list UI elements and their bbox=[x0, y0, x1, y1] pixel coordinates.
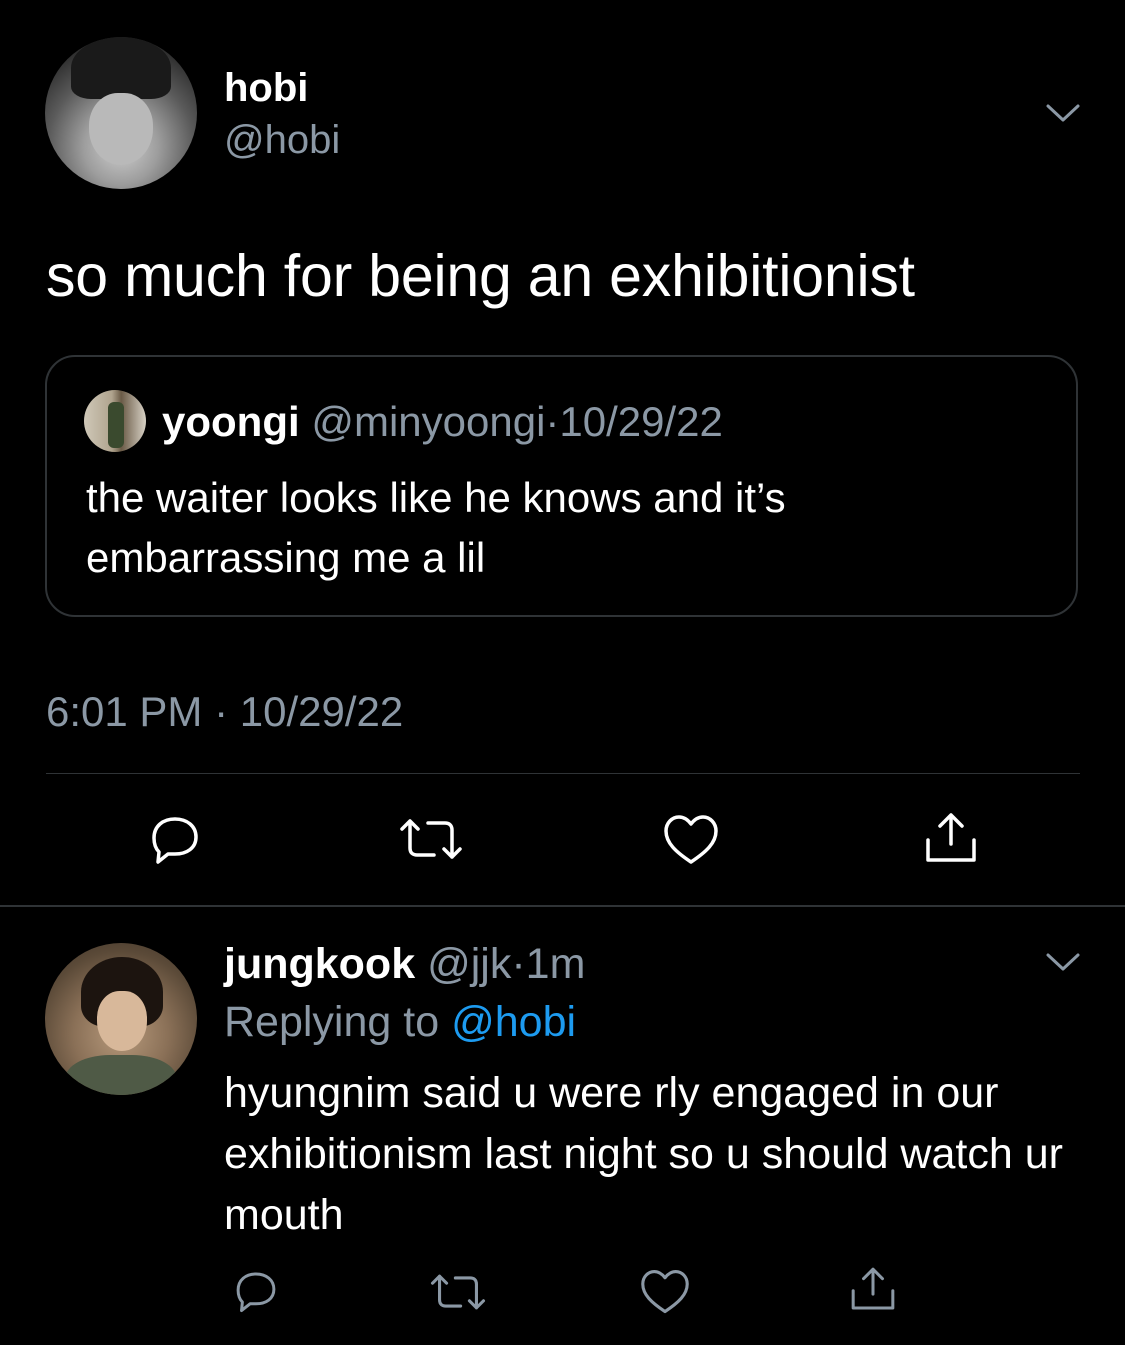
retweet-button[interactable] bbox=[398, 814, 464, 864]
avatar-figure bbox=[108, 402, 124, 448]
quoted-tweet-text: the waiter looks like he knows and it’s … bbox=[86, 474, 786, 581]
quoted-tweet-header: yoongi @minyoongi·10/29/22 bbox=[162, 396, 723, 448]
share-icon bbox=[926, 813, 976, 862]
avatar-face bbox=[97, 991, 147, 1051]
divider bbox=[46, 773, 1080, 774]
avatar-face bbox=[89, 93, 153, 165]
retweet-icon bbox=[400, 819, 462, 859]
reply-button[interactable] bbox=[146, 812, 204, 866]
tweet-separator bbox=[0, 905, 1125, 907]
share-button[interactable] bbox=[848, 1264, 898, 1314]
tweet-timestamp: 6:01 PM · 10/29/22 bbox=[46, 688, 404, 735]
reply-separator: · bbox=[511, 940, 526, 988]
replying-to: Replying to @hobi bbox=[224, 995, 576, 1049]
avatar-hobi[interactable] bbox=[45, 37, 197, 189]
retweet-icon bbox=[430, 1274, 486, 1310]
reply-handle[interactable]: @jjk bbox=[427, 940, 511, 988]
reply-display-name[interactable]: jungkook bbox=[224, 940, 415, 988]
replying-to-label: Replying to bbox=[224, 998, 440, 1046]
like-button[interactable] bbox=[639, 1268, 691, 1316]
chevron-down-icon[interactable] bbox=[1045, 945, 1081, 981]
share-button[interactable] bbox=[922, 810, 980, 866]
author-handle[interactable]: @hobi bbox=[224, 116, 340, 164]
retweet-button[interactable] bbox=[429, 1270, 487, 1314]
reply-text: hyungnim said u were rly engaged in our … bbox=[224, 1069, 1063, 1239]
quoted-handle: @minyoongi bbox=[311, 398, 546, 445]
chevron-down-icon[interactable] bbox=[1045, 96, 1081, 132]
replying-to-mention[interactable]: @hobi bbox=[451, 998, 576, 1046]
like-icon bbox=[664, 815, 718, 864]
quoted-date: 10/29/22 bbox=[559, 398, 723, 445]
reply-icon bbox=[152, 817, 198, 864]
avatar-jungkook[interactable] bbox=[45, 943, 197, 1095]
quoted-display-name: yoongi bbox=[162, 398, 300, 445]
reply-button[interactable] bbox=[231, 1268, 281, 1314]
quoted-avatar bbox=[84, 390, 146, 452]
reply-header: jungkook @jjk·1m bbox=[224, 937, 585, 991]
like-icon bbox=[641, 1270, 689, 1314]
tweet-text: so much for being an exhibitionist bbox=[46, 243, 915, 309]
avatar-hat bbox=[71, 37, 171, 99]
author-display-name[interactable]: hobi bbox=[224, 64, 308, 112]
quoted-separator: · bbox=[545, 398, 560, 445]
reply-icon bbox=[236, 1272, 276, 1313]
avatar-shirt bbox=[65, 1055, 177, 1095]
share-icon bbox=[851, 1267, 895, 1310]
reply-time: 1m bbox=[525, 940, 586, 988]
like-button[interactable] bbox=[662, 813, 720, 867]
